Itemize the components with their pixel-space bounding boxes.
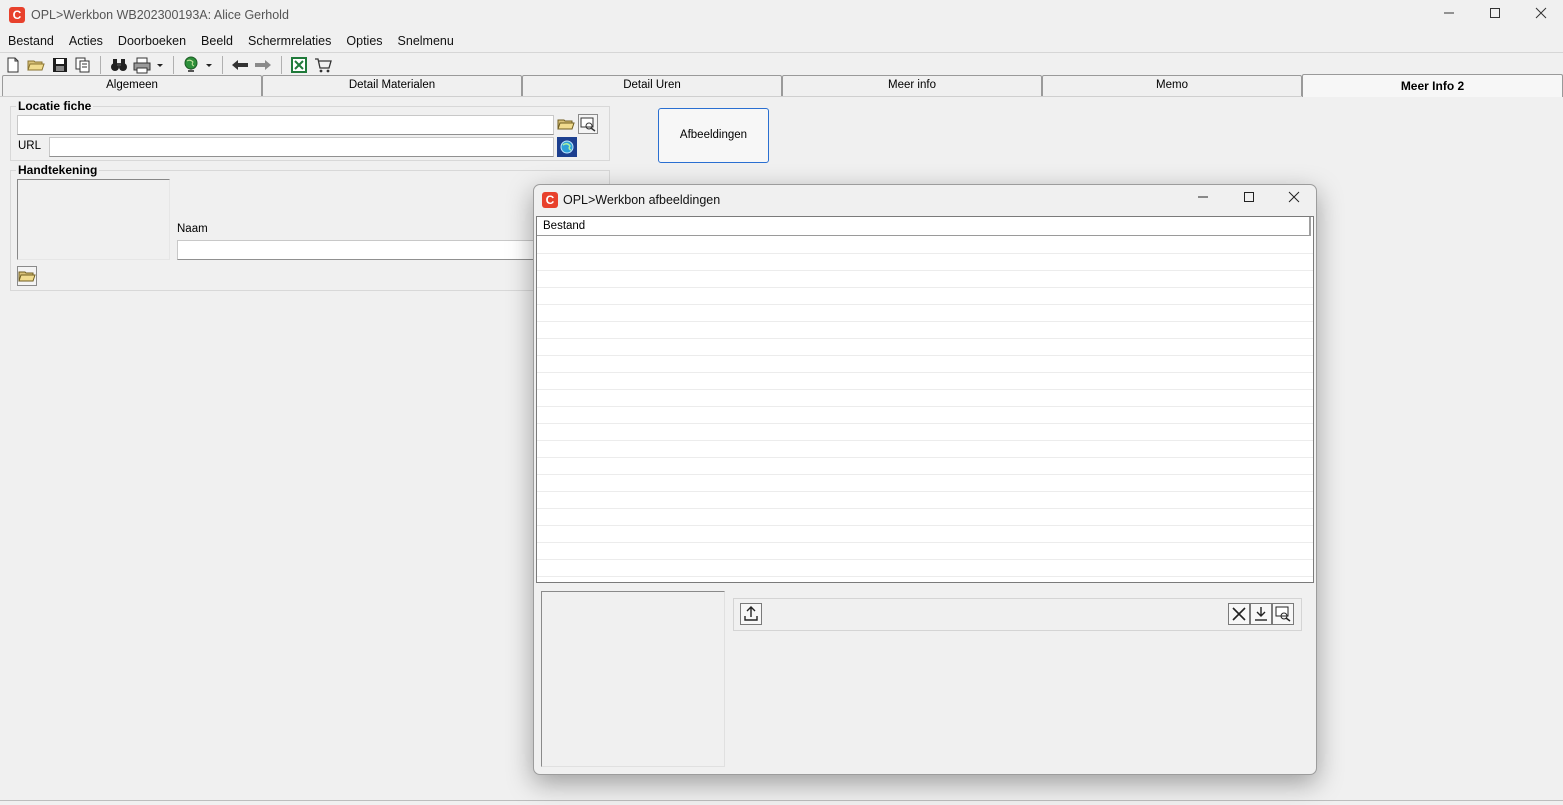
excel-icon (291, 57, 308, 73)
locatie-fiche-title: Locatie fiche (16, 99, 94, 113)
previous-button[interactable] (230, 55, 250, 75)
preview-icon (1275, 606, 1291, 622)
upload-button[interactable] (740, 603, 762, 625)
maximize-icon (1244, 192, 1254, 202)
binoculars-icon (110, 59, 127, 71)
menu-doorboeken[interactable]: Doorboeken (110, 32, 193, 50)
preview-button[interactable] (1272, 603, 1294, 625)
menu-schermrelaties[interactable]: Schermrelaties (240, 32, 338, 50)
excel-button[interactable] (289, 55, 309, 75)
maximize-button[interactable] (1472, 0, 1518, 30)
print-dropdown[interactable] (155, 55, 165, 75)
dialog-logo-icon: C (542, 192, 558, 208)
next-button[interactable] (253, 55, 273, 75)
toolbar-separator (172, 55, 174, 74)
toolbar (0, 52, 1563, 75)
open-button[interactable] (26, 55, 46, 75)
menu-acties[interactable]: Acties (61, 32, 110, 50)
arrow-right-icon (255, 60, 272, 70)
dialog-maximize-button[interactable] (1226, 185, 1272, 213)
new-document-button[interactable] (3, 55, 23, 75)
delete-button[interactable] (1228, 603, 1250, 625)
arrow-left-icon (232, 60, 249, 70)
close-button[interactable] (1518, 0, 1563, 30)
print-icon (133, 57, 151, 74)
browse-folder-button[interactable] (556, 114, 576, 134)
toolbar-separator (221, 55, 223, 74)
preview-location-button[interactable] (578, 114, 598, 134)
column-header-bestand[interactable]: Bestand (537, 217, 1311, 236)
window-bottom-edge (0, 800, 1563, 801)
tab-detail-uren[interactable]: Detail Uren (522, 75, 782, 96)
copy-button[interactable] (73, 55, 93, 75)
handtekening-title: Handtekening (16, 163, 100, 177)
menu-beeld[interactable]: Beeld (193, 32, 240, 50)
toolbar-separator (100, 55, 102, 74)
minimize-icon (1444, 12, 1454, 14)
open-folder-icon (557, 119, 575, 130)
url-label: URL (18, 140, 42, 152)
close-icon (1535, 7, 1547, 19)
cart-icon (314, 58, 332, 73)
open-url-button[interactable] (557, 137, 577, 157)
cart-button[interactable] (313, 55, 333, 75)
menu-snelmenu[interactable]: Snelmenu (390, 32, 461, 50)
open-folder-icon (18, 271, 36, 282)
dialog-close-button[interactable] (1271, 185, 1316, 213)
toolbar-separator (280, 55, 282, 74)
save-icon (52, 58, 67, 72)
locatie-path-input[interactable] (17, 115, 554, 135)
afbeeldingen-dialog: C OPL>Werkbon afbeeldingen Bestand (533, 184, 1317, 775)
upload-icon (744, 606, 758, 621)
app-logo-icon: C (9, 7, 25, 23)
tab-memo[interactable]: Memo (1042, 75, 1302, 96)
open-folder-icon (27, 60, 46, 71)
grid-rows[interactable] (537, 237, 1313, 582)
save-button[interactable] (50, 55, 70, 75)
menu-bestand[interactable]: Bestand (0, 32, 61, 50)
dialog-minimize-button[interactable] (1180, 185, 1226, 213)
preview-icon (580, 117, 596, 132)
maximize-icon (1490, 8, 1500, 18)
menu-opties[interactable]: Opties (338, 32, 389, 50)
globe-link-icon (560, 140, 574, 154)
window-title: OPL>Werkbon WB202300193A: Alice Gerhold (31, 8, 289, 22)
url-input[interactable] (49, 137, 554, 157)
download-button[interactable] (1250, 603, 1272, 625)
tab-meer-info[interactable]: Meer info (782, 75, 1042, 96)
copy-icon (75, 57, 90, 73)
search-button[interactable] (109, 55, 129, 75)
delete-icon (1232, 607, 1246, 621)
tab-algemeen[interactable]: Algemeen (2, 75, 262, 96)
chevron-down-icon (206, 64, 213, 67)
minimize-icon (1198, 196, 1208, 198)
load-signature-button[interactable] (17, 266, 37, 286)
new-document-icon (7, 57, 19, 73)
afbeeldingen-button[interactable]: Afbeeldingen (658, 108, 769, 163)
print-button[interactable] (132, 55, 152, 75)
chevron-down-icon (157, 64, 164, 67)
tab-detail-materialen[interactable]: Detail Materialen (262, 75, 522, 96)
naam-label: Naam (177, 223, 208, 235)
title-bar: C OPL>Werkbon WB202300193A: Alice Gerhol… (0, 0, 1563, 32)
globe-icon (184, 56, 198, 72)
minimize-button[interactable] (1426, 0, 1472, 30)
menu-bar: Bestand Acties Doorboeken Beeld Schermrelati… (0, 32, 1563, 51)
signature-image (17, 179, 170, 260)
tab-meer-info-2[interactable]: Meer Info 2 (1302, 74, 1563, 97)
dialog-title: OPL>Werkbon afbeeldingen (563, 193, 721, 207)
globe-dropdown[interactable] (204, 55, 214, 75)
download-icon (1255, 607, 1267, 621)
close-icon (1288, 191, 1300, 203)
files-grid[interactable]: Bestand (536, 216, 1314, 583)
dialog-toolbar (733, 598, 1302, 631)
globe-button[interactable] (181, 55, 201, 75)
image-preview (541, 591, 725, 767)
